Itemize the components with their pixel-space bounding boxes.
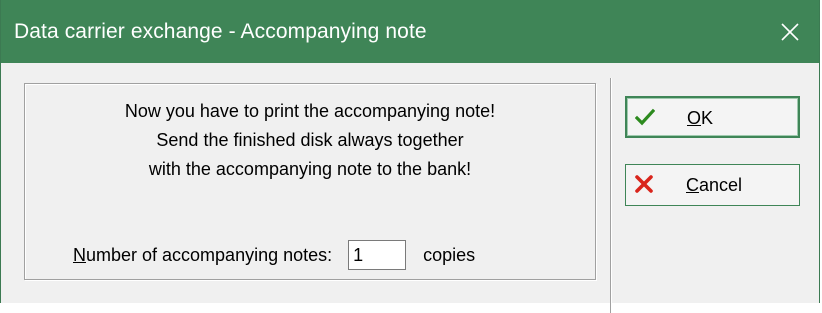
dialog-window: Data carrier exchange - Accompanying not… (0, 0, 820, 313)
window-title: Data carrier exchange - Accompanying not… (14, 20, 427, 43)
message-panel: Now you have to print the accompanying n… (24, 83, 596, 280)
cancel-button[interactable]: Cancel (625, 164, 800, 206)
dialog-body: Now you have to print the accompanying n… (1, 63, 819, 313)
message-line-1: Now you have to print the accompanying n… (124, 101, 496, 121)
message-line-3: with the accompanying note to the bank! (148, 159, 472, 179)
close-button[interactable] (761, 0, 819, 63)
cancel-button-label: Cancel (686, 175, 743, 195)
message-line-2: Send the finished disk always together (156, 130, 464, 150)
x-icon (635, 175, 653, 193)
notes-count-input[interactable] (348, 240, 407, 270)
ok-button[interactable]: OK (625, 96, 800, 138)
vertical-divider (610, 78, 612, 313)
close-icon (781, 22, 799, 41)
copies-unit-label: copies (423, 244, 476, 265)
ok-button-label: OK (687, 108, 714, 128)
checkmark-icon (635, 108, 655, 126)
notes-count-label: Number of accompanying notes: (73, 244, 333, 265)
notes-count-row: Number of accompanying notes: copies (73, 239, 475, 271)
title-bar[interactable]: Data carrier exchange - Accompanying not… (1, 0, 819, 63)
